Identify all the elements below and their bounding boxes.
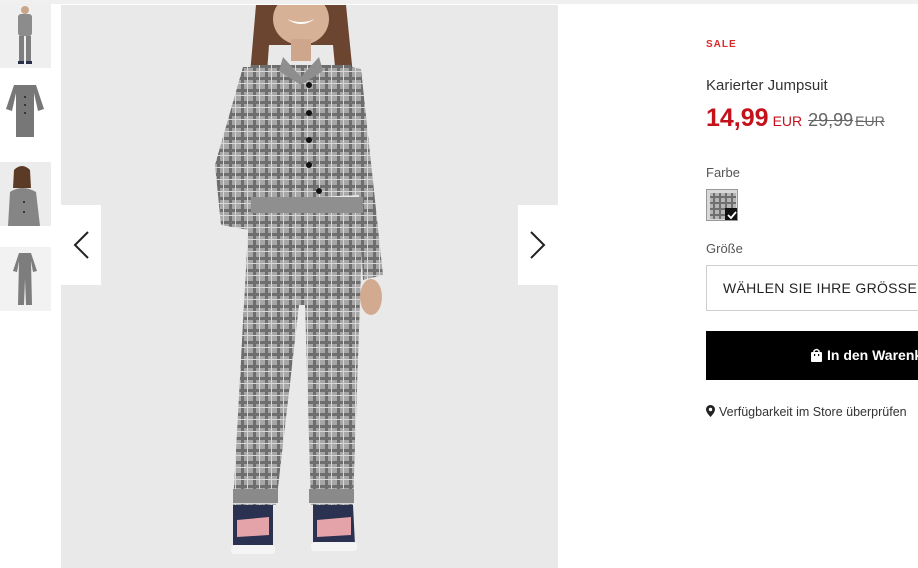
color-label: Farbe — [706, 165, 740, 180]
product-title: Karierter Jumpsuit — [706, 77, 828, 94]
thumbnail-1[interactable] — [0, 4, 51, 68]
product-photo — [61, 5, 558, 568]
thumbnail-image — [0, 4, 51, 68]
store-availability-label: Verfügbarkeit im Store überprüfen — [719, 405, 907, 419]
add-to-cart-label: In den Warenkorb — [827, 347, 918, 363]
thumbnail-image — [0, 247, 51, 311]
current-price-currency: EUR — [772, 113, 803, 129]
size-label: Größe — [706, 241, 743, 256]
thumbnail-4[interactable] — [0, 247, 51, 311]
thumbnail-3[interactable] — [0, 162, 51, 226]
current-price: 14,99 — [706, 104, 769, 132]
main-product-image — [61, 5, 558, 568]
shopping-bag-icon — [811, 348, 822, 362]
thumbnail-2[interactable] — [0, 79, 51, 143]
product-info-panel: SALE Karierter Jumpsuit 14,99 EUR 29,99 EUR… — [706, 0, 918, 568]
price-row: 14,99 EUR 29,99 EUR — [706, 104, 885, 133]
thumbnail-image — [0, 79, 51, 143]
gallery-prev-button[interactable] — [61, 205, 101, 285]
store-availability-link[interactable]: Verfügbarkeit im Store überprüfen — [706, 405, 907, 419]
size-select-placeholder: WÄHLEN SIE IHRE GRÖSSE — [723, 280, 918, 296]
map-pin-icon — [706, 405, 715, 417]
thumbnail-image — [0, 162, 51, 226]
color-swatch-plaid[interactable] — [706, 189, 738, 221]
old-price: 29,99 — [808, 110, 854, 130]
chevron-right-icon — [530, 231, 546, 259]
chevron-left-icon — [73, 231, 89, 259]
size-select[interactable]: WÄHLEN SIE IHRE GRÖSSE — [706, 265, 918, 311]
sale-badge: SALE — [706, 39, 737, 50]
gallery-next-button[interactable] — [518, 205, 558, 285]
old-price-currency: EUR — [855, 113, 885, 129]
checkmark-icon — [725, 208, 737, 220]
add-to-cart-button[interactable]: In den Warenkorb — [706, 331, 918, 380]
